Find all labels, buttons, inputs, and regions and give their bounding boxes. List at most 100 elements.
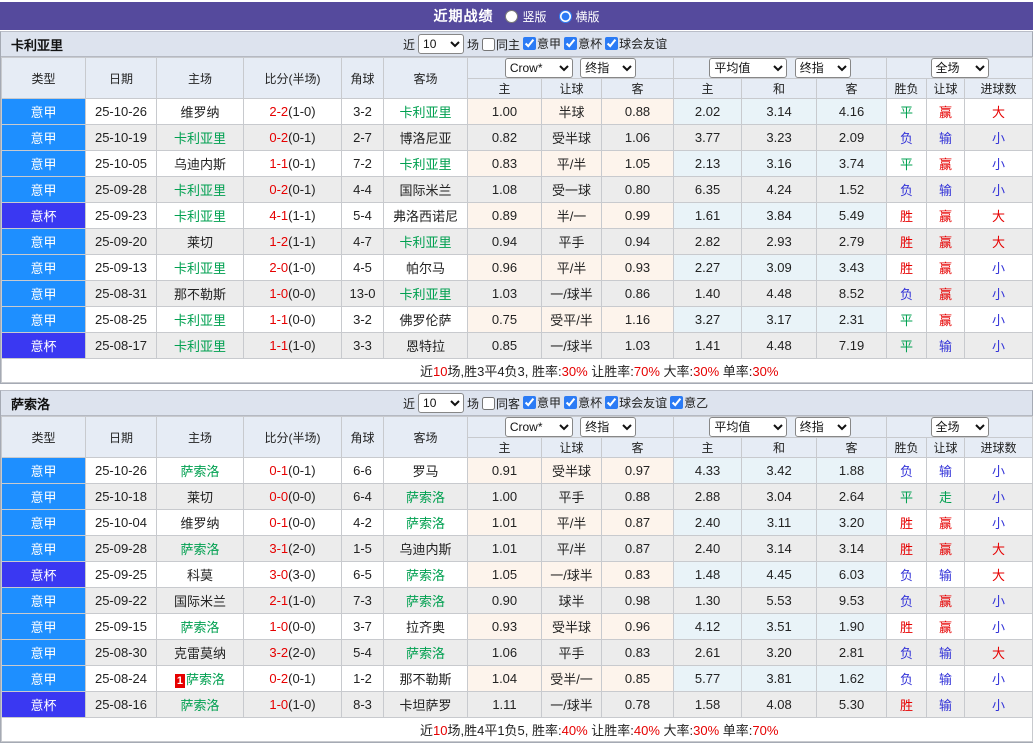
result-wdl: 胜 [887,536,927,562]
result-wdl: 负 [887,588,927,614]
home-team: 卡利亚里 [157,307,244,333]
away-team: 国际米兰 [384,177,468,203]
odds-handicap: 半球 [542,99,602,125]
avg-draw: 3.14 [742,99,817,125]
corners: 2-7 [342,125,384,151]
column-header: 日期 [86,417,157,458]
avg-source-select[interactable]: 平均值 [709,417,787,437]
layout-radio-horizontal[interactable] [559,10,572,23]
score: 1-1(0-0) [244,307,342,333]
layout-label-horizontal: 横版 [576,8,600,25]
away-team: 萨索洛 [384,510,468,536]
league-checkbox[interactable] [670,396,683,409]
section-strip: 卡利亚里 近 10 场 同主 意甲意杯球会友谊 [1,32,1032,57]
scope-select[interactable]: 全场 [931,417,989,437]
league-filter[interactable]: 球会友谊 [605,394,667,411]
away-team: 博洛尼亚 [384,125,468,151]
score: 1-1(0-1) [244,151,342,177]
layout-option-vertical[interactable]: 竖版 [505,8,546,25]
league-filter[interactable]: 意甲 [523,35,561,52]
near-count-select[interactable]: 10 [418,34,464,54]
odds-selects: Crow* 终指 [468,417,674,438]
page-title: 近期战绩 [433,6,493,26]
result-wdl: 负 [887,281,927,307]
corners: 7-2 [342,151,384,177]
column-header: 角球 [342,417,384,458]
result-goals: 大 [965,99,1033,125]
match-date: 25-08-24 [86,666,157,692]
league-filter[interactable]: 意杯 [564,394,602,411]
home-team: 卡利亚里 [157,177,244,203]
odds-handicap: 受半/一 [542,666,602,692]
league-badge: 意甲 [2,281,86,307]
result-handicap: 输 [927,692,965,718]
avg-time-select[interactable]: 终指 [795,58,851,78]
league-badge: 意甲 [2,255,86,281]
same-venue-filter[interactable]: 同主 [482,36,520,53]
column-header: 角球 [342,58,384,99]
match-row: 意甲25-10-19卡利亚里0-2(0-1)2-7博洛尼亚0.82受半球1.06… [2,125,1033,151]
avg-home: 5.77 [674,666,742,692]
result-handicap: 赢 [927,151,965,177]
match-row: 意甲25-10-04维罗纳0-1(0-0)4-2萨索洛1.01平/半0.872.… [2,510,1033,536]
avg-source-select[interactable]: 平均值 [709,58,787,78]
league-checkbox[interactable] [523,396,536,409]
avg-draw: 4.48 [742,333,817,359]
near-count-select[interactable]: 10 [418,393,464,413]
results-body: 意甲25-10-26萨索洛0-1(0-1)6-6罗马0.91受半球0.974.3… [2,458,1033,718]
league-checkbox[interactable] [564,37,577,50]
subcol-header: 主 [468,79,542,99]
odds-source-select[interactable]: Crow* [505,417,573,437]
avg-time-select[interactable]: 终指 [795,417,851,437]
avg-home: 2.82 [674,229,742,255]
odds-time-select[interactable]: 终指 [580,58,636,78]
same-venue-checkbox[interactable] [482,38,495,51]
match-date: 25-08-25 [86,307,157,333]
odds-away: 0.87 [602,536,674,562]
match-row: 意甲25-10-18莱切0-0(0-0)6-4萨索洛1.00平手0.882.88… [2,484,1033,510]
score: 3-0(3-0) [244,562,342,588]
league-filter[interactable]: 球会友谊 [605,35,667,52]
odds-away: 0.97 [602,458,674,484]
league-filter[interactable]: 意甲 [523,394,561,411]
corners: 4-5 [342,255,384,281]
corners: 3-7 [342,614,384,640]
match-row: 意甲25-09-28卡利亚里0-2(0-1)4-4国际米兰1.08受一球0.80… [2,177,1033,203]
result-goals: 小 [965,255,1033,281]
league-filter[interactable]: 意乙 [670,394,708,411]
league-checkbox[interactable] [605,37,618,50]
odds-source-select[interactable]: Crow* [505,58,573,78]
avg-selects: 平均值 终指 [674,58,887,79]
same-venue-checkbox[interactable] [482,397,495,410]
league-badge: 意甲 [2,125,86,151]
games-label: 场 [467,36,479,53]
layout-option-horizontal[interactable]: 横版 [559,8,600,25]
odds-home: 1.11 [468,692,542,718]
odds-handicap: 平手 [542,484,602,510]
result-handicap: 输 [927,458,965,484]
league-checkbox[interactable] [564,396,577,409]
scope-select[interactable]: 全场 [931,58,989,78]
corners: 3-3 [342,333,384,359]
match-date: 25-09-28 [86,177,157,203]
league-filter[interactable]: 意杯 [564,35,602,52]
league-checkbox[interactable] [605,396,618,409]
layout-radio-vertical[interactable] [505,10,518,23]
league-checkbox[interactable] [523,37,536,50]
avg-home: 2.27 [674,255,742,281]
odds-home: 1.00 [468,484,542,510]
same-venue-filter[interactable]: 同客 [482,395,520,412]
result-wdl: 负 [887,640,927,666]
corners: 3-2 [342,99,384,125]
match-date: 25-09-13 [86,255,157,281]
score: 0-2(0-1) [244,177,342,203]
corners: 7-3 [342,588,384,614]
corners: 6-5 [342,562,384,588]
away-team: 佛罗伦萨 [384,307,468,333]
avg-home: 1.41 [674,333,742,359]
avg-draw: 3.51 [742,614,817,640]
odds-handicap: 一/球半 [542,281,602,307]
odds-time-select[interactable]: 终指 [580,417,636,437]
odds-handicap: 平/半 [542,151,602,177]
odds-away: 1.05 [602,151,674,177]
